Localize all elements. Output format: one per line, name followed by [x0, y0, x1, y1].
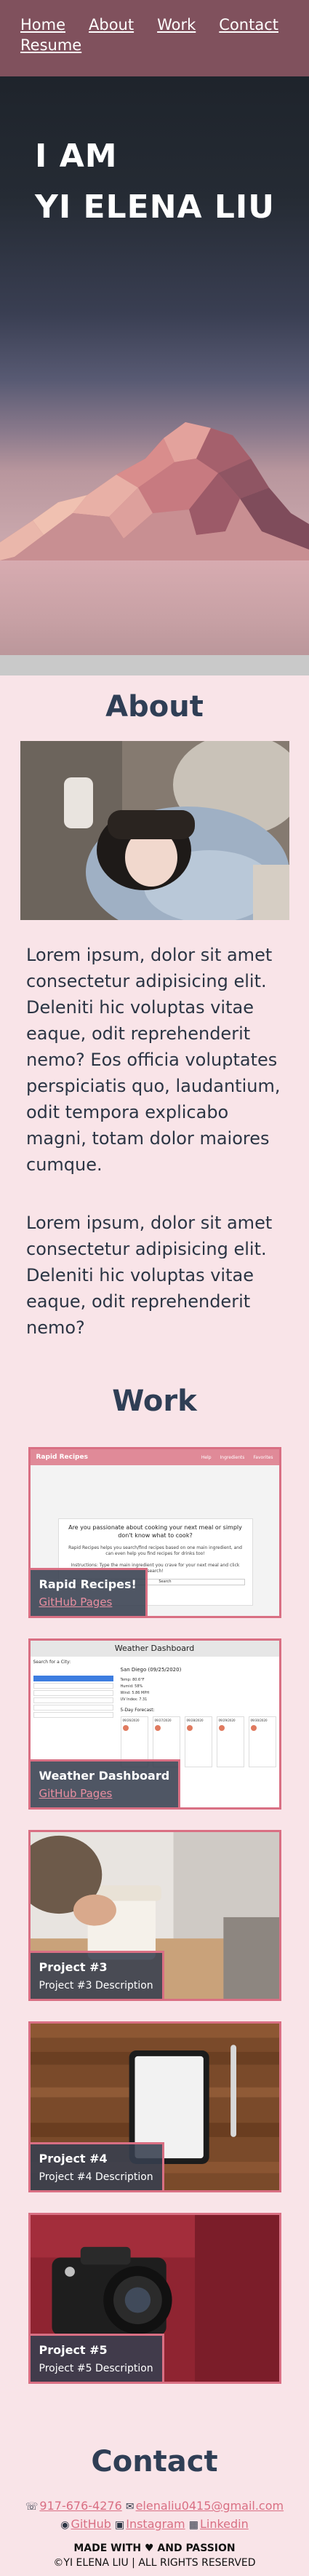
instagram-icon: ▣	[115, 2519, 125, 2531]
project-label: Weather Dashboard GitHub Pages	[30, 1759, 181, 1807]
hero-ground	[0, 560, 309, 655]
screenshot-nav-help: Help	[201, 1454, 212, 1460]
screenshot-search-button: Search	[158, 1580, 172, 1584]
hero-title-line-1: I AM	[35, 138, 118, 175]
hero-title: I AM YI ELENA LIU	[35, 131, 275, 233]
screenshot-stat-humid: Humid: 58%	[120, 1684, 143, 1689]
project-github-link[interactable]: GitHub Pages	[39, 1787, 170, 1800]
screenshot-forecast-date: 09/27/2020	[154, 1719, 172, 1722]
contact-heading: Contact	[91, 2445, 218, 2478]
profile-photo	[20, 741, 289, 920]
about-paragraph-2: Lorem ipsum, dolor sit amet consectetur …	[26, 1213, 273, 1338]
screenshot-app-header: Rapid Recipes Help Ingredients Favorites	[30, 1449, 279, 1465]
project-name: Project #3	[39, 1960, 108, 1974]
work-heading: Work	[112, 1384, 197, 1418]
project-github-link[interactable]: GitHub Pages	[39, 1596, 137, 1609]
screenshot-app-title: Rapid Recipes	[36, 1454, 88, 1461]
project-card-rapid-recipes[interactable]: Rapid Recipes Help Ingredients Favorites…	[28, 1447, 281, 1618]
nav-link-home[interactable]: Home	[20, 16, 65, 33]
screenshot-forecast-card: 09/30/2020	[248, 1716, 276, 1767]
screenshot-forecast-date: 09/29/2020	[218, 1719, 236, 1722]
footer-made-with-before: MADE WITH	[73, 2543, 142, 2554]
screenshot-blurb: Rapid Recipes helps you search/find reci…	[68, 1545, 242, 1556]
instagram-link[interactable]: Instagram	[126, 2517, 185, 2531]
footer-made-with: MADE WITH ♥ AND PASSION	[0, 2543, 309, 2554]
about-section: About Lorem ipsum, dolor sit amet consec…	[0, 675, 309, 1341]
phone-icon: ☏	[25, 2501, 39, 2513]
screenshot-forecast-card: 09/29/2020	[216, 1716, 244, 1767]
phone-link[interactable]: 917-676-4276	[39, 2499, 121, 2513]
site-footer: MADE WITH ♥ AND PASSION ©YI ELENA LIU | …	[0, 2537, 309, 2576]
screenshot-forecast-title: 5-Day Forecast:	[120, 1708, 155, 1713]
screenshot-search-label: Search for a City:	[33, 1660, 71, 1665]
screenshot-forecast-date: 09/26/2020	[122, 1719, 140, 1722]
project-label: Rapid Recipes! GitHub Pages	[30, 1568, 148, 1616]
screenshot-nav-favorites: Favorites	[253, 1454, 273, 1460]
low-poly-mountain-illustration	[0, 422, 309, 582]
project-card-4[interactable]: Project #4 Project #4 Description	[28, 2021, 281, 2192]
section-divider	[0, 655, 309, 675]
about-heading: About	[105, 690, 204, 724]
screenshot-app-nav: Help Ingredients Favorites	[201, 1455, 273, 1460]
github-icon: ◉	[60, 2519, 70, 2531]
linkedin-icon: ▦	[188, 2519, 198, 2531]
contact-row-social: ◉ GitHub ▣ Instagram ▦ Linkedin	[0, 2516, 309, 2534]
project-name: Rapid Recipes!	[39, 1577, 137, 1591]
screenshot-forecast-card: 09/28/2020	[184, 1716, 212, 1767]
nav-link-work[interactable]: Work	[157, 16, 196, 33]
screenshot-forecast-date: 09/30/2020	[250, 1719, 268, 1722]
screenshot-city-header: San Diego (09/25/2020)	[120, 1667, 182, 1673]
project-name: Project #5	[39, 2343, 108, 2357]
footer-made-with-after: AND PASSION	[157, 2543, 236, 2554]
screenshot-stats: Temp: 80.6°F Humid: 58% Wind: 5.86 MPH U…	[121, 1677, 150, 1703]
nav-link-contact[interactable]: Contact	[219, 16, 278, 33]
nav-links: Home About Work Contact Resume	[20, 16, 297, 54]
project-description: Project #5 Description	[39, 2363, 153, 2374]
nav-link-resume[interactable]: Resume	[20, 36, 81, 54]
project-card-weather-dashboard[interactable]: Weather Dashboard Search for a City: San…	[28, 1638, 281, 1810]
screenshot-city-list	[33, 1676, 113, 1719]
screenshot-stat-temp: Temp: 80.6°F	[120, 1678, 145, 1682]
hero-title-line-2: YI ELENA LIU	[35, 189, 276, 226]
heart-icon: ♥	[144, 2543, 154, 2554]
screenshot-question: Are you passionate about cooking your ne…	[68, 1524, 242, 1539]
screenshot-stat-wind: Wind: 5.86 MPH	[120, 1691, 150, 1695]
screenshot-forecast-date: 09/28/2020	[186, 1719, 204, 1722]
project-label: Project #5 Project #5 Description	[30, 2334, 164, 2382]
screenshot-stat-uv: UV Index: 7.31	[120, 1697, 148, 1702]
project-label: Project #3 Project #3 Description	[30, 1951, 164, 1999]
linkedin-link[interactable]: Linkedin	[200, 2517, 249, 2531]
about-paragraph-1: Lorem ipsum, dolor sit amet consectetur …	[26, 945, 281, 1175]
hero-banner: I AM YI ELENA LIU	[0, 0, 309, 655]
contact-section: Contact ☏ 917-676-4276 ✉ elenaliu0415@gmai…	[0, 2404, 309, 2576]
project-name: Weather Dashboard	[39, 1769, 170, 1783]
project-description: Project #4 Description	[39, 2171, 153, 2183]
project-card-5[interactable]: Project #5 Project #5 Description	[28, 2213, 281, 2384]
project-card-3[interactable]: Project #3 Project #3 Description	[28, 1830, 281, 2001]
screenshot-nav-ingredients: Ingredients	[220, 1454, 245, 1460]
github-link[interactable]: GitHub	[71, 2517, 111, 2531]
work-section: Work Rapid Recipes Help Ingredients Favo…	[0, 1341, 309, 2384]
project-label: Project #4 Project #4 Description	[30, 2142, 164, 2190]
screenshot-app-header: Weather Dashboard	[30, 1641, 279, 1657]
project-description: Project #3 Description	[39, 1980, 153, 1992]
footer-copyright: ©YI ELENA LIU | ALL RIGHTS RESERVED	[53, 2557, 256, 2569]
top-navigation: Home About Work Contact Resume	[0, 0, 309, 76]
email-link[interactable]: elenaliu0415@gmail.com	[136, 2499, 284, 2513]
envelope-icon: ✉	[125, 2501, 135, 2513]
nav-link-about[interactable]: About	[89, 16, 134, 33]
project-name: Project #4	[39, 2152, 108, 2165]
contact-row-primary: ☏ 917-676-4276 ✉ elenaliu0415@gmail.com	[0, 2497, 309, 2516]
